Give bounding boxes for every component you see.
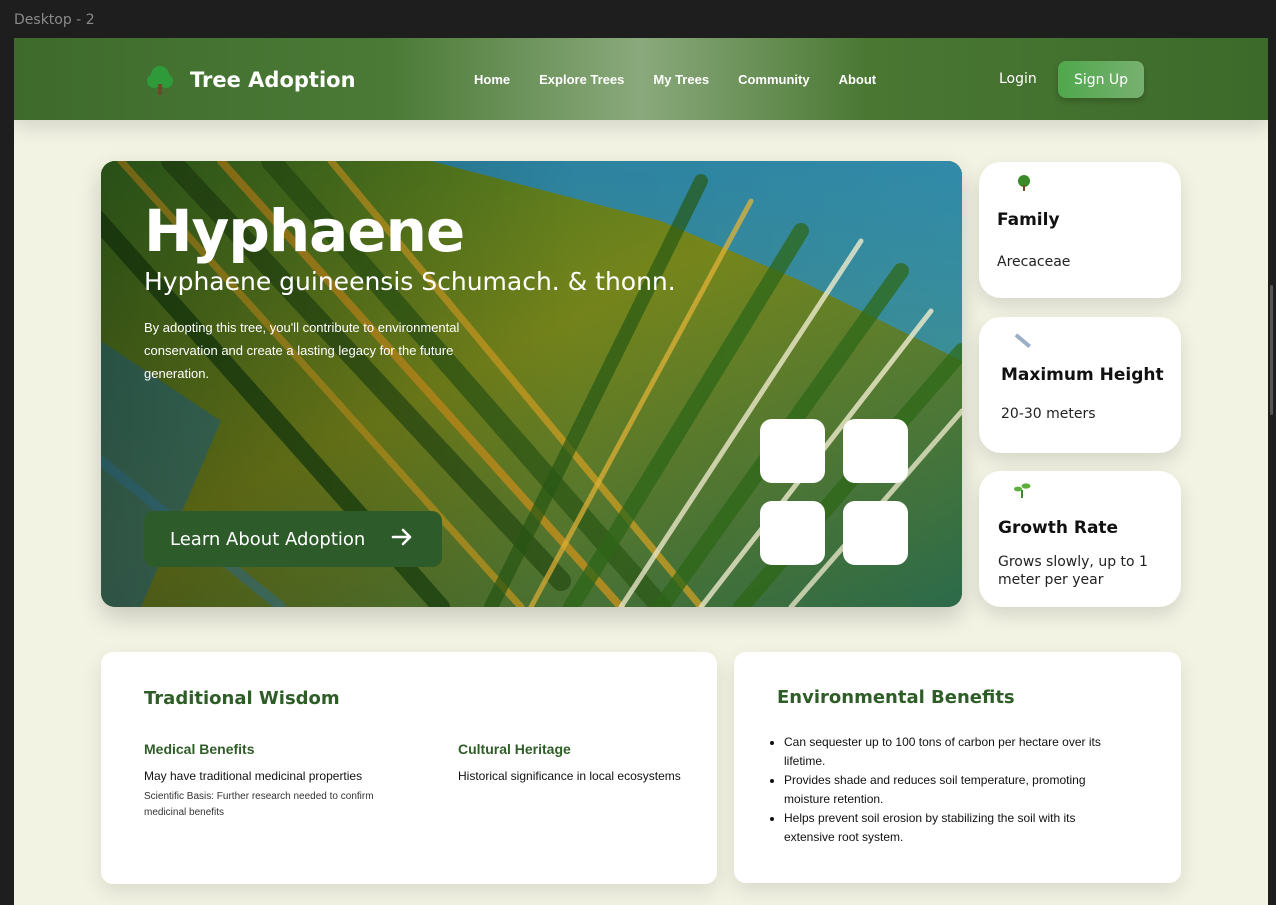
gallery-tile[interactable] <box>760 501 825 565</box>
environmental-benefits-title: Environmental Benefits <box>777 687 1015 708</box>
page-frame: Tree Adoption Home Explore Trees My Tree… <box>14 38 1268 905</box>
ruler-icon <box>1013 331 1031 353</box>
list-item: Provides shade and reduces soil temperat… <box>784 771 1114 809</box>
nav-community[interactable]: Community <box>738 72 810 87</box>
header: Tree Adoption Home Explore Trees My Tree… <box>14 38 1268 120</box>
max-height-card: Maximum Height 20-30 meters <box>979 317 1181 453</box>
list-item: Can sequester up to 100 tons of carbon p… <box>784 733 1114 771</box>
tree-scientific-name: Hyphaene guineensis Schumach. & thonn. <box>144 267 676 296</box>
growth-rate-value: Grows slowly, up to 1 meter per year <box>998 554 1148 588</box>
arrow-right-icon <box>391 524 413 554</box>
family-card: Family Arecaceae <box>979 162 1181 298</box>
brand-name: Tree Adoption <box>190 68 356 92</box>
seedling-icon <box>1013 481 1031 503</box>
growth-rate-card: Growth Rate Grows slowly, up to 1 meter … <box>979 471 1181 607</box>
nav-my-trees[interactable]: My Trees <box>653 72 709 87</box>
hero-description: By adopting this tree, you'll contribute… <box>144 320 460 381</box>
gallery-tile[interactable] <box>843 419 908 483</box>
medical-benefits-heading: Medical Benefits <box>144 741 255 757</box>
scrollbar[interactable] <box>1270 285 1273 415</box>
gallery-tiles <box>760 419 908 565</box>
cultural-heritage-heading: Cultural Heritage <box>458 741 571 757</box>
gallery-tile[interactable] <box>843 501 908 565</box>
frame-label: Desktop - 2 <box>14 12 95 28</box>
max-height-title: Maximum Height <box>1001 365 1164 385</box>
traditional-wisdom-card: Traditional Wisdom Medical Benefits May … <box>101 652 717 884</box>
growth-rate-title: Growth Rate <box>998 518 1119 538</box>
tree-common-name: Hyphaene <box>144 197 465 265</box>
environmental-benefits-list: Can sequester up to 100 tons of carbon p… <box>784 733 1114 847</box>
max-height-value: 20-30 meters <box>1001 406 1096 422</box>
list-item: Helps prevent soil erosion by stabilizin… <box>784 809 1114 847</box>
tree-logo-icon <box>146 64 174 96</box>
learn-adoption-button[interactable]: Learn About Adoption <box>144 511 442 567</box>
nav-explore-trees[interactable]: Explore Trees <box>539 72 624 87</box>
tree-icon <box>1015 174 1033 196</box>
signup-button[interactable]: Sign Up <box>1058 61 1144 98</box>
family-title: Family <box>997 210 1060 230</box>
brand-logo[interactable]: Tree Adoption <box>146 64 356 96</box>
traditional-wisdom-title: Traditional Wisdom <box>144 688 340 709</box>
medical-benefits-text: May have traditional medicinal propertie… <box>144 769 363 783</box>
environmental-benefits-card: Environmental Benefits Can sequester up … <box>734 652 1181 883</box>
nav-home[interactable]: Home <box>474 72 510 87</box>
gallery-tile[interactable] <box>760 419 825 483</box>
medical-benefits-note: Scientific Basis: Further research neede… <box>144 791 374 818</box>
nav-about[interactable]: About <box>839 72 877 87</box>
main-nav: Home Explore Trees My Trees Community Ab… <box>474 72 876 87</box>
login-link[interactable]: Login <box>999 71 1037 87</box>
cultural-heritage-text: Historical significance in local ecosyst… <box>458 769 681 783</box>
family-value: Arecaceae <box>997 254 1071 270</box>
learn-adoption-label: Learn About Adoption <box>170 528 366 550</box>
hero-banner: Hyphaene Hyphaene guineensis Schumach. &… <box>101 161 962 607</box>
